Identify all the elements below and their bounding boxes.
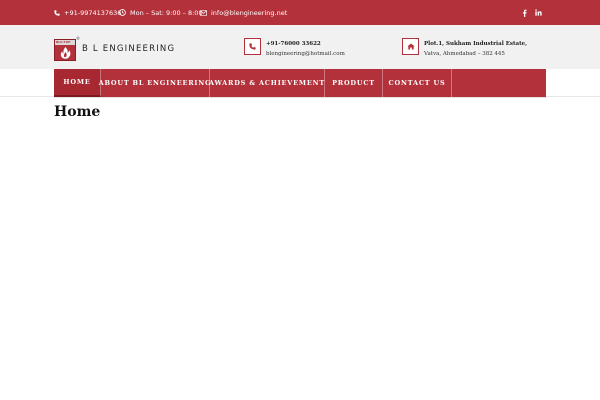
- contact-email[interactable]: blengineering@hotmail.com: [266, 49, 345, 59]
- logo-band: BLU·TOP: [55, 40, 75, 45]
- facebook-link[interactable]: [522, 0, 527, 25]
- topbar-email[interactable]: info@blengineering.net: [200, 0, 287, 25]
- brand-name[interactable]: B L ENGINEERING: [82, 44, 175, 54]
- topbar-phone: +91-9974137636: [54, 0, 121, 25]
- phone-icon: [249, 43, 256, 50]
- topbar-phone-text: +91-9974137636: [64, 8, 122, 17]
- flame-icon: [60, 47, 71, 59]
- nav-item-contact[interactable]: CONTACT US: [383, 69, 452, 97]
- nav-shadow: [54, 97, 546, 98]
- topbar-email-text[interactable]: info@blengineering.net: [211, 9, 287, 17]
- topbar-hours: Mon – Sat: 9:00 – 8:00: [119, 0, 203, 25]
- logo-band-text: BLU·TOP: [56, 40, 71, 44]
- linkedin-icon[interactable]: [535, 9, 542, 16]
- site-logo[interactable]: BLU·TOP: [54, 39, 76, 61]
- nav-item-awards[interactable]: AWARDS & ACHIEVEMENT: [209, 69, 325, 97]
- contact-info: +91-76000 33622 blengineering@hotmail.co…: [266, 39, 345, 59]
- top-bar: +91-9974137636 Mon – Sat: 9:00 – 8:00 in…: [0, 0, 600, 25]
- registered-mark: ®: [76, 36, 80, 41]
- envelope-icon: [200, 9, 207, 16]
- main-nav: HOME ABOUT BL ENGINEERING AWARDS & ACHIE…: [54, 69, 546, 97]
- home-icon: [406, 43, 415, 50]
- facebook-icon[interactable]: [522, 9, 527, 17]
- phone-icon: [54, 9, 60, 16]
- address-icon-box: [402, 38, 419, 55]
- contact-phone-icon-box: [244, 38, 261, 55]
- linkedin-link[interactable]: [535, 0, 542, 25]
- address-info: Plot.1, Sukham Industrial Estate, Vatva,…: [424, 39, 527, 59]
- contact-phone[interactable]: +91-76000 33622: [266, 41, 321, 47]
- nav-item-product[interactable]: PRODUCT: [325, 69, 383, 97]
- topbar-hours-text: Mon – Sat: 9:00 – 8:00: [130, 8, 203, 17]
- nav-item-home[interactable]: HOME: [54, 69, 101, 97]
- address-line2: Vatva, Ahmedabad – 382 445: [424, 51, 505, 57]
- address-line1: Plot.1, Sukham Industrial Estate,: [424, 41, 528, 47]
- page-title: Home: [54, 104, 101, 120]
- site-header: BLU·TOP ® B L ENGINEERING +91-76000 3362…: [0, 25, 600, 69]
- clock-icon: [119, 9, 126, 16]
- nav-item-about[interactable]: ABOUT BL ENGINEERING: [99, 69, 211, 97]
